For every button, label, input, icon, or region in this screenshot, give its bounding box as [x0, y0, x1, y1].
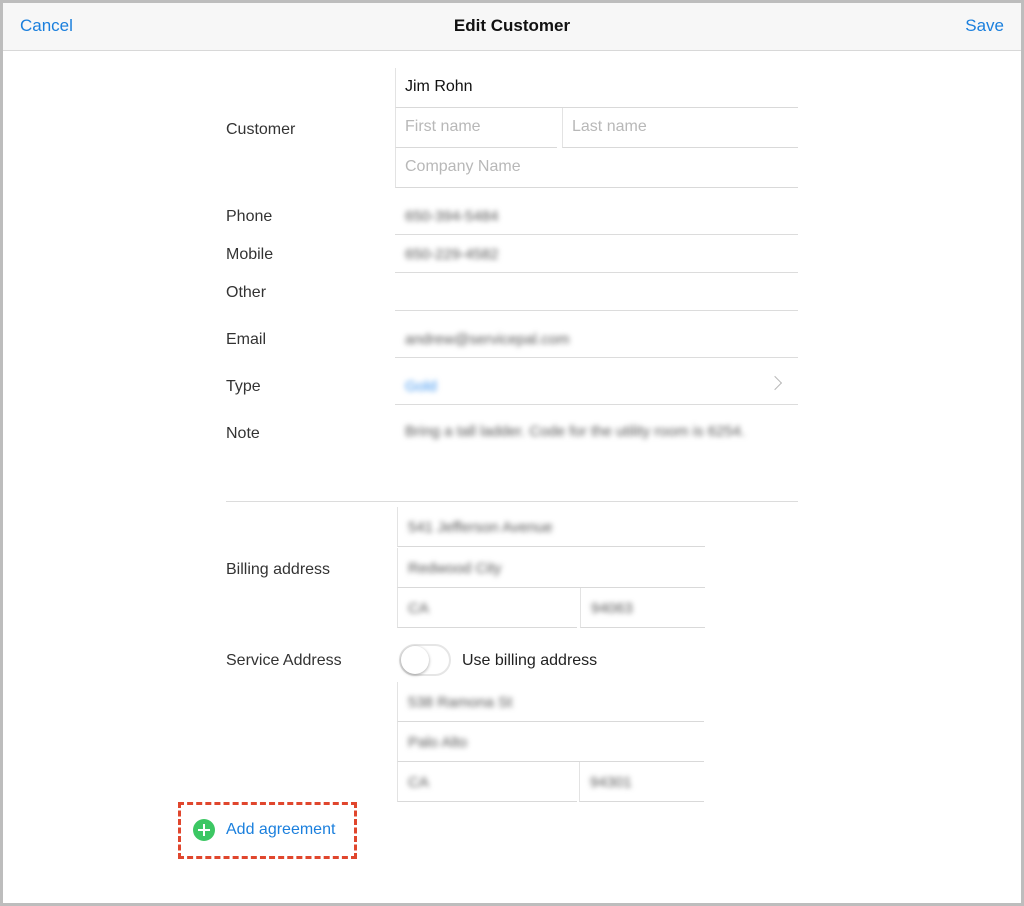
- add-circle-icon: [193, 819, 215, 841]
- last-name-field[interactable]: Last name: [562, 108, 798, 148]
- type-selector[interactable]: Gold: [405, 378, 437, 395]
- billing-city-value: Redwood City: [408, 560, 502, 577]
- billing-zip-field[interactable]: 94063: [580, 588, 705, 628]
- billing-street-field[interactable]: 541 Jefferson Avenue: [397, 507, 705, 547]
- billing-city-field[interactable]: Redwood City: [397, 548, 705, 588]
- service-street-value: 538 Ramona St: [408, 694, 513, 711]
- phone-field[interactable]: 650-394-5484: [405, 208, 498, 225]
- service-zip-field[interactable]: 94301: [579, 762, 704, 802]
- email-field[interactable]: andrew@servicepal.com: [405, 331, 569, 348]
- service-address-label: Service Address: [226, 652, 342, 669]
- first-name-field[interactable]: First name: [395, 108, 557, 148]
- divider: [395, 404, 798, 405]
- service-state-value: CA: [408, 774, 429, 791]
- phone-label: Phone: [226, 208, 273, 225]
- navigation-bar: Cancel Edit Customer Save: [3, 3, 1021, 51]
- note-field[interactable]: Bring a tall ladder. Code for the utilit…: [405, 423, 745, 440]
- divider: [395, 272, 798, 273]
- type-label: Type: [226, 378, 261, 395]
- service-zip-value: 94301: [590, 774, 632, 791]
- billing-address-label: Billing address: [226, 561, 331, 578]
- divider: [395, 357, 798, 358]
- customer-label: Customer: [226, 121, 296, 138]
- use-billing-address-label: Use billing address: [462, 652, 598, 669]
- divider: [395, 234, 798, 235]
- billing-street-value: 541 Jefferson Avenue: [408, 519, 553, 536]
- mobile-field[interactable]: 650-229-4582: [405, 246, 498, 263]
- divider: [395, 310, 798, 311]
- service-city-value: Palo Alto: [408, 734, 468, 751]
- service-street-field[interactable]: 538 Ramona St: [397, 682, 704, 722]
- service-city-field[interactable]: Palo Alto: [397, 722, 704, 762]
- service-state-field[interactable]: CA: [397, 762, 577, 802]
- section-divider: [226, 501, 798, 502]
- billing-state-value: CA: [408, 600, 429, 617]
- use-billing-address-toggle[interactable]: [399, 644, 451, 676]
- save-button[interactable]: Save: [965, 16, 1004, 36]
- company-name-field[interactable]: Company Name: [395, 148, 798, 188]
- add-agreement-label: Add agreement: [226, 821, 336, 838]
- toggle-knob: [401, 646, 429, 674]
- customer-name-field[interactable]: Jim Rohn: [395, 68, 798, 108]
- billing-zip-value: 94063: [591, 600, 633, 617]
- email-label: Email: [226, 331, 267, 348]
- note-label: Note: [226, 425, 260, 442]
- mobile-label: Mobile: [226, 246, 274, 263]
- billing-state-field[interactable]: CA: [397, 588, 577, 628]
- other-label: Other: [226, 284, 267, 301]
- page-title: Edit Customer: [453, 16, 571, 35]
